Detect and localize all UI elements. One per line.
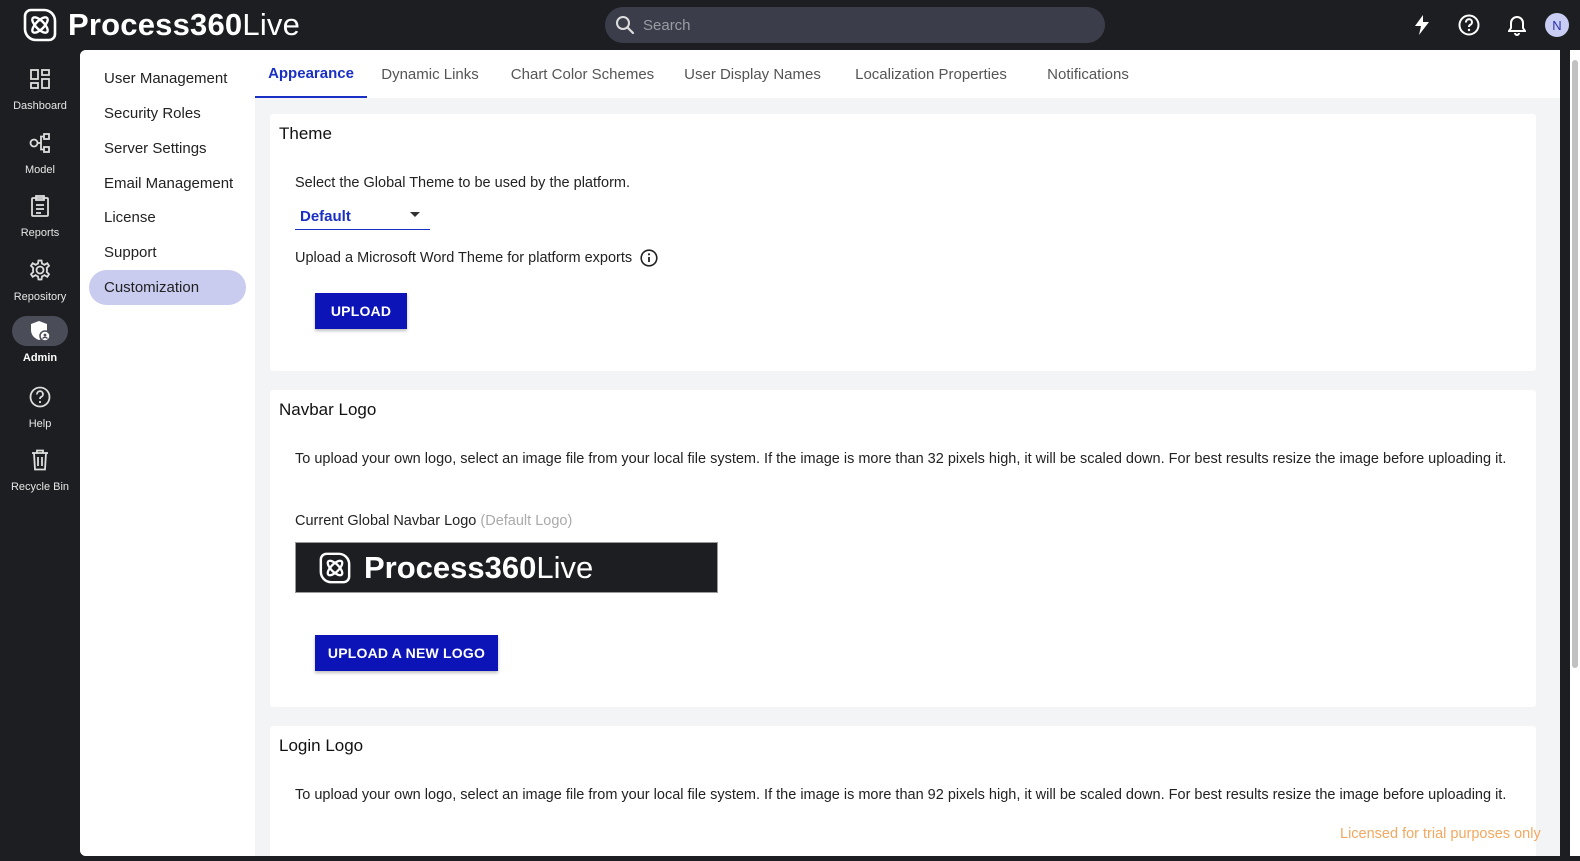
avatar[interactable]: N [1545, 13, 1569, 37]
theme-select-label: Select the Global Theme to be used by th… [295, 175, 631, 191]
navbar-logo-preview: Process360Live [295, 542, 718, 593]
subnav-item-email-management[interactable]: Email Management [89, 166, 246, 201]
top-bar: Process360Live N [0, 0, 1580, 50]
rail-label: Recycle Bin [10, 481, 70, 493]
bell-icon[interactable] [1505, 13, 1529, 37]
subnav-item-user-management[interactable]: User Management [89, 61, 246, 96]
subnav-item-security-roles[interactable]: Security Roles [89, 96, 246, 131]
trash-icon [12, 445, 68, 475]
tab-dynamic-links[interactable]: Dynamic Links [375, 50, 485, 98]
main-panel: User Management Security Roles Server Se… [80, 50, 1560, 856]
rail-label: Repository [13, 291, 67, 303]
search-icon [616, 16, 635, 35]
brand-name: Process360Live [68, 7, 301, 42]
rail-label: Dashboard [13, 100, 67, 112]
brand-glyph-icon [319, 552, 351, 583]
info-icon[interactable] [640, 249, 658, 267]
lightning-icon[interactable] [1410, 13, 1434, 37]
model-icon [12, 128, 68, 158]
subnav-item-server-settings[interactable]: Server Settings [89, 131, 246, 166]
rail-label: Reports [20, 227, 60, 239]
subnav-item-support[interactable]: Support [89, 235, 246, 270]
admin-subnav: User Management Security Roles Server Se… [80, 50, 255, 856]
rail-item-help[interactable]: Help [0, 382, 80, 442]
brand-glyph-icon [23, 8, 57, 42]
navbar-logo-description: To upload your own logo, select an image… [295, 451, 1507, 467]
help-circle-icon[interactable] [1457, 13, 1481, 37]
theme-card: Theme Select the Global Theme to be used… [270, 114, 1536, 371]
default-logo-hint: (Default Logo) [480, 513, 573, 529]
gear-icon [12, 255, 68, 285]
rail-item-reports[interactable]: Reports [0, 191, 80, 251]
navbar-logo-title: Navbar Logo [279, 400, 377, 419]
login-logo-description: To upload your own logo, select an image… [295, 787, 1507, 803]
rail-item-admin[interactable]: Admin [0, 316, 80, 376]
rail-label: Admin [22, 352, 58, 364]
word-theme-text: Upload a Microsoft Word Theme for platfo… [295, 250, 633, 266]
tab-chart-color-schemes[interactable]: Chart Color Schemes [505, 50, 660, 98]
theme-select[interactable]: Default [295, 204, 430, 230]
rail-item-recycle-bin[interactable]: Recycle Bin [0, 445, 80, 505]
help-icon [12, 382, 68, 412]
current-logo-text: Current Global Navbar Logo [295, 513, 477, 529]
rail-label: Model [25, 164, 55, 176]
login-logo-title: Login Logo [279, 736, 364, 755]
theme-select-value: Default [300, 208, 351, 225]
admin-shield-icon [12, 316, 68, 346]
content-area: Appearance Dynamic Links Chart Color Sch… [255, 50, 1560, 856]
tab-notifications[interactable]: Notifications [1032, 50, 1144, 98]
tab-bar: Appearance Dynamic Links Chart Color Sch… [255, 50, 1560, 98]
navbar-logo-card: Navbar Logo To upload your own logo, sel… [270, 390, 1536, 707]
rail-item-dashboard[interactable]: Dashboard [0, 64, 80, 124]
tab-localization-properties[interactable]: Localization Properties [845, 50, 1017, 98]
word-theme-label: Upload a Microsoft Word Theme for platfo… [295, 249, 658, 268]
rail-item-repository[interactable]: Repository [0, 255, 80, 315]
subnav-item-license[interactable]: License [89, 200, 246, 235]
theme-title: Theme [279, 124, 332, 143]
rail-item-model[interactable]: Model [0, 128, 80, 188]
chevron-down-icon [410, 212, 420, 217]
upload-word-theme-button[interactable]: UPLOAD [315, 293, 407, 329]
tab-appearance[interactable]: Appearance [255, 50, 367, 98]
license-notice: Licensed for trial purposes only [1340, 826, 1541, 842]
subnav-item-customization[interactable]: Customization [89, 270, 246, 305]
search-bar[interactable] [605, 7, 1105, 43]
search-input[interactable] [643, 16, 1063, 34]
rail-label: Help [28, 418, 52, 430]
scrollbar-thumb[interactable] [1572, 60, 1578, 668]
upload-new-logo-button[interactable]: UPLOAD A NEW LOGO [315, 635, 498, 671]
reports-icon [12, 191, 68, 221]
preview-brand-name: Process360Live [364, 549, 594, 585]
tab-user-display-names[interactable]: User Display Names [680, 50, 825, 98]
current-navbar-logo-label: Current Global Navbar Logo (Default Logo… [295, 512, 572, 531]
brand-logo[interactable]: Process360Live [22, 7, 300, 43]
left-rail: Dashboard Model Reports Repository Admin… [0, 50, 80, 861]
scrollbar[interactable] [1570, 50, 1580, 856]
dashboard-icon [12, 64, 68, 94]
